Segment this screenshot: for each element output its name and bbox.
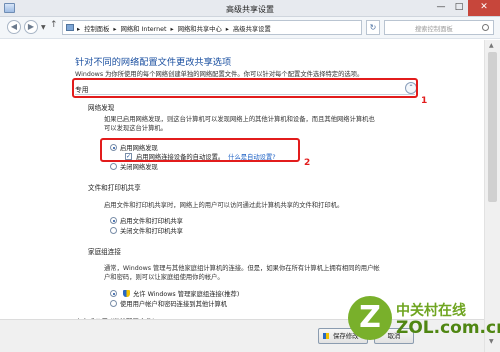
radio-selected[interactable] (110, 290, 117, 297)
control-panel-small-icon (66, 24, 74, 31)
radio-selected[interactable] (110, 217, 117, 224)
scroll-thumb[interactable] (488, 52, 497, 202)
zol-logo-icon: Z (348, 296, 392, 340)
maximize-button[interactable]: □ (450, 0, 468, 16)
breadcrumb-control-panel[interactable]: 控制面板 (84, 26, 109, 33)
file-sharing-desc: 启用文件和打印机共享时，网络上的用户可以访问通过此计算机共享的文件和打印机。 (104, 202, 344, 209)
title-bar: 高级共享设置 — □ ✕ (0, 0, 500, 17)
breadcrumb-network-sharing-center[interactable]: 网络和共享中心 (178, 26, 222, 33)
back-arrow-icon[interactable]: ◀ (7, 20, 21, 34)
watermark-text-cn: 中关村在线 (396, 303, 466, 319)
breadcrumb-separator[interactable]: ▸ (113, 26, 116, 33)
recent-pages-chevron-icon[interactable]: ▼ (41, 24, 46, 31)
annotation-box-profile (72, 78, 418, 98)
annotation-marker-2: 2 (304, 158, 311, 168)
homegroup-desc-1: 通常，Windows 管理与其他家庭组计算机的连接。但是，如果你在所有计算机上拥… (104, 265, 380, 272)
search-icon[interactable] (482, 24, 489, 31)
breadcrumb-separator[interactable]: ▸ (171, 26, 174, 33)
watermark-text-url: ZOL.com.cn (396, 318, 500, 338)
homegroup-desc-2: 户和密码，则可以让家庭组使用你的帐户。 (104, 274, 224, 281)
breadcrumb: ▸ 控制面板 ▸ 网络和 Internet ▸ 网络和共享中心 ▸ 高级共享设置 (77, 24, 273, 33)
breadcrumb-separator[interactable]: ▸ (77, 26, 80, 33)
option-label: 允许 Windows 管理家庭组连接(推荐) (133, 291, 240, 298)
refresh-icon[interactable]: ↻ (366, 20, 380, 35)
address-bar-row: ◀ ▶ ▼ ↑ ▸ 控制面板 ▸ 网络和 Internet ▸ 网络和共享中心 … (0, 17, 500, 39)
network-discovery-desc-1: 如果已启用网络发现，则这台计算机可以发现网络上的其他计算机和设备，而且其他网络计… (104, 116, 375, 123)
option-label: 使用用户帐户和密码连接到其他计算机 (120, 301, 228, 308)
page-description: Windows 为你所使用的每个网络创建单独的网络配置文件。你可以针对每个配置文… (75, 71, 364, 78)
breadcrumb-advanced-sharing[interactable]: 高级共享设置 (233, 26, 271, 33)
option-label: 启用文件和打印机共享 (120, 218, 183, 225)
zol-watermark: Z 中关村在线 ZOL.com.cn (348, 294, 500, 346)
section-file-printer-sharing: 文件和打印机共享 (88, 184, 141, 192)
annotation-box-discovery (100, 138, 300, 162)
annotation-marker-1: 1 (421, 96, 428, 106)
minimize-button[interactable]: — (432, 0, 450, 16)
option-label: 关闭文件和打印机共享 (120, 228, 183, 235)
section-homegroup: 家庭组连接 (88, 248, 121, 256)
option-label: 关闭网络发现 (120, 164, 158, 171)
forward-arrow-icon[interactable]: ▶ (24, 20, 38, 34)
window-title: 高级共享设置 (226, 5, 274, 14)
close-button[interactable]: ✕ (468, 0, 500, 16)
address-input[interactable]: ▸ 控制面板 ▸ 网络和 Internet ▸ 网络和共享中心 ▸ 高级共享设置… (62, 20, 416, 35)
network-discovery-desc-2: 可以发现这台计算机。 (104, 125, 167, 132)
section-network-discovery: 网络发现 (88, 104, 115, 112)
breadcrumb-network-internet[interactable]: 网络和 Internet (121, 26, 167, 33)
search-input[interactable]: 搜索控制面板 (384, 20, 494, 35)
uac-shield-icon (323, 333, 329, 339)
breadcrumb-separator[interactable]: ▸ (226, 26, 229, 33)
page-heading: 针对不同的网络配置文件更改共享选项 (75, 57, 232, 68)
radio-unselected[interactable] (110, 227, 117, 234)
scroll-up-arrow-icon[interactable]: ▲ (489, 42, 494, 49)
uac-shield-icon (123, 290, 130, 297)
up-arrow-icon[interactable]: ↑ (50, 20, 58, 30)
radio-unselected[interactable] (110, 300, 117, 307)
radio-unselected[interactable] (110, 163, 117, 170)
